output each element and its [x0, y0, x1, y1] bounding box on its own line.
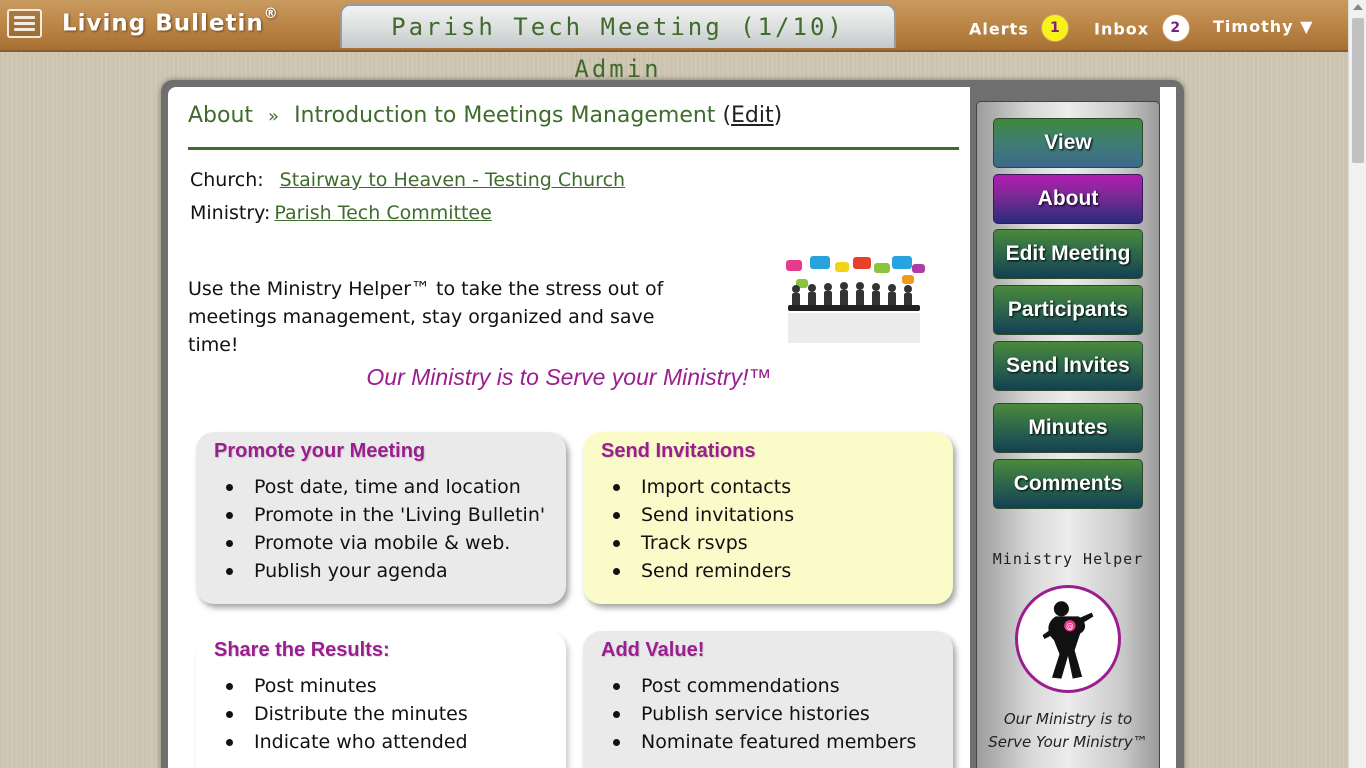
list-item: Send invitations	[611, 501, 935, 529]
value-card: Add Value! Post commendations Publish se…	[583, 631, 953, 768]
alerts-label: Alerts	[969, 19, 1029, 39]
scroll-thumb[interactable]	[1352, 18, 1364, 163]
edit-open-paren: (	[722, 103, 732, 128]
edit-link-wrapper: (Edit)	[722, 103, 782, 128]
card-title: Promote your Meeting	[214, 440, 426, 462]
about-button[interactable]: About	[993, 174, 1143, 224]
tagline: Our Ministry is to Serve your Ministry!™	[366, 364, 772, 390]
edit-meeting-button[interactable]: Edit Meeting	[993, 229, 1143, 279]
send-invites-button[interactable]: Send Invites	[993, 341, 1143, 391]
inbox-label: Inbox	[1094, 19, 1150, 39]
ministry-helper-figure-icon: @	[1015, 585, 1121, 693]
user-menu[interactable]: Timothy ▼	[1213, 17, 1313, 69]
list-item: Import contacts	[611, 473, 935, 501]
invite-card: Send Invitations Import contacts Send in…	[583, 432, 953, 604]
ministry-label: Ministry:	[190, 202, 271, 224]
list-item: Post minutes	[224, 672, 548, 700]
card-title: Share the Results:	[214, 639, 390, 661]
ministry-link[interactable]: Parish Tech Committee	[274, 202, 491, 224]
edit-link[interactable]: Edit	[731, 103, 774, 128]
breadcrumb: About » Introduction to Meetings Managem…	[188, 103, 782, 128]
card-title: Send Invitations	[601, 440, 756, 462]
list-item: Promote in the 'Living Bulletin'	[224, 501, 548, 529]
inbox-count-badge: 2	[1161, 14, 1190, 42]
list-item: Post commendations	[611, 672, 935, 700]
list-item: Track rsvps	[611, 529, 935, 557]
scroll-up-icon[interactable]	[1353, 4, 1363, 10]
list-item: Distribute the minutes	[224, 700, 548, 728]
intro-text: Use the Ministry Helper™ to take the str…	[188, 278, 664, 356]
minutes-button[interactable]: Minutes	[993, 403, 1143, 453]
share-card: Share the Results: Post minutes Distribu…	[196, 631, 566, 768]
sidebar-gutter	[1160, 87, 1176, 768]
svg-text:@: @	[1066, 622, 1074, 631]
church-label: Church:	[190, 169, 264, 191]
alerts-count-badge: 1	[1041, 14, 1070, 42]
inbox-menu[interactable]: Inbox 2	[1094, 14, 1190, 68]
comments-button[interactable]: Comments	[993, 459, 1143, 509]
breadcrumb-separator: »	[268, 106, 280, 127]
hamburger-menu-icon[interactable]	[7, 9, 42, 38]
brand-name: Living Bulletin	[62, 10, 264, 37]
card-title: Add Value!	[601, 639, 705, 661]
list-item: Post date, time and location	[224, 473, 548, 501]
view-button[interactable]: View	[993, 118, 1143, 168]
page-scrollbar[interactable]	[1348, 0, 1366, 768]
alerts-menu[interactable]: Alerts 1	[969, 14, 1070, 68]
list-item: Publish your agenda	[224, 557, 548, 585]
brand-logo[interactable]: Living Bulletin®	[62, 6, 279, 37]
title-divider	[188, 147, 959, 150]
list-item: Promote via mobile & web.	[224, 529, 548, 557]
ministry-row: Ministry: Parish Tech Committee	[190, 202, 492, 224]
helper-title: Ministry Helper	[992, 550, 1144, 568]
meeting-speech-bubbles-icon	[786, 256, 925, 343]
participants-button[interactable]: Participants	[993, 285, 1143, 335]
church-row: Church: Stairway to Heaven - Testing Chur…	[190, 169, 625, 191]
list-item: Indicate who attended	[224, 728, 548, 756]
list-item: Nominate featured members	[611, 728, 935, 756]
church-link[interactable]: Stairway to Heaven - Testing Church	[280, 169, 625, 191]
page-title: Parish Tech Meeting (1/10) Admin	[340, 4, 896, 83]
list-item: Send reminders	[611, 557, 935, 585]
breadcrumb-page: Introduction to Meetings Management	[294, 103, 716, 128]
promote-card: Promote your Meeting Post date, time and…	[196, 432, 566, 604]
helper-caption: Our Ministry is to Serve Your Ministry™	[988, 710, 1148, 751]
list-item: Publish service histories	[611, 700, 935, 728]
top-bar: Living Bulletin® Parish Tech Meeting (1/…	[0, 0, 1348, 83]
breadcrumb-section[interactable]: About	[188, 103, 253, 128]
edit-close-paren: )	[773, 103, 783, 128]
brand-registered-mark: ®	[263, 6, 279, 22]
